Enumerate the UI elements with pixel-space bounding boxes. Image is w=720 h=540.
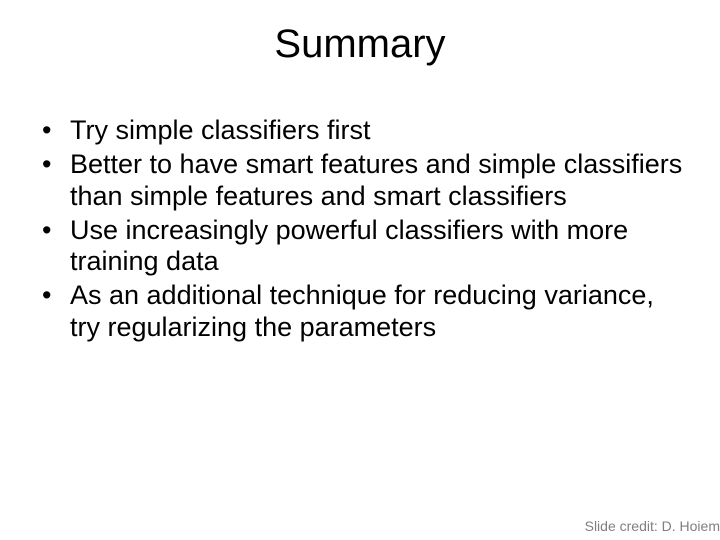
bullet-list: Try simple classifiers first Better to h… (30, 115, 690, 344)
list-item: Try simple classifiers first (42, 115, 690, 147)
slide: Summary Try simple classifiers first Bet… (0, 0, 720, 540)
list-item: Use increasingly powerful classifiers wi… (42, 215, 690, 279)
list-item: Better to have smart features and simple… (42, 149, 690, 213)
list-item: As an additional technique for reducing … (42, 280, 690, 344)
slide-title: Summary (30, 22, 690, 67)
slide-credit: Slide credit: D. Hoiem (585, 518, 720, 534)
